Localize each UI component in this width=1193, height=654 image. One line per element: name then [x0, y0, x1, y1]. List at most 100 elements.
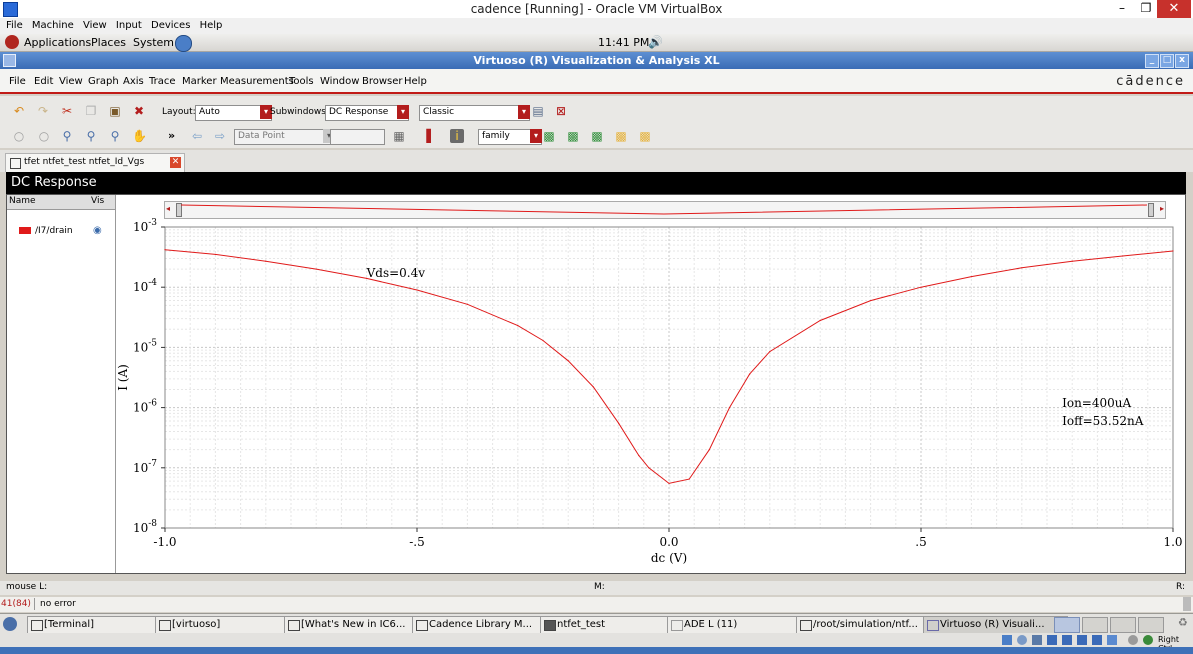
- undo-icon[interactable]: ↶: [12, 104, 26, 118]
- redo-icon[interactable]: ↷: [36, 104, 50, 118]
- task-terminal[interactable]: [Terminal]: [27, 616, 171, 634]
- menu-browser[interactable]: Browser: [362, 76, 403, 87]
- menu-marker[interactable]: Marker: [182, 76, 217, 87]
- series-point: [728, 407, 731, 409]
- info-icon[interactable]: i: [450, 129, 464, 143]
- network-icon[interactable]: [1077, 635, 1087, 645]
- data-point-select[interactable]: Data Point ▾: [234, 129, 335, 145]
- workspace-1[interactable]: [1054, 617, 1080, 633]
- host-menu-view[interactable]: View: [83, 20, 107, 31]
- mouse-integration-icon[interactable]: [1128, 635, 1138, 645]
- family-dropdown-icon[interactable]: ▾: [530, 129, 542, 143]
- delete-icon[interactable]: ✖: [132, 104, 146, 118]
- close-button[interactable]: ✕: [1157, 0, 1191, 18]
- workspace-3[interactable]: [1110, 617, 1136, 633]
- overview-trace: [181, 204, 1147, 215]
- series-point: [164, 249, 166, 251]
- zoom-out-icon[interactable]: ⚲: [108, 129, 122, 143]
- host-menu-file[interactable]: File: [6, 20, 23, 31]
- marker-icon[interactable]: ▌: [424, 129, 438, 143]
- style-select[interactable]: Classic ▾: [419, 105, 530, 121]
- zoom-reset-icon[interactable]: ○: [37, 129, 51, 143]
- applications-menu[interactable]: Applications: [24, 36, 91, 49]
- menu-graph[interactable]: Graph: [88, 76, 119, 87]
- places-menu[interactable]: Places: [91, 36, 126, 49]
- display-icon[interactable]: [1062, 635, 1072, 645]
- host-menu-input[interactable]: Input: [116, 20, 142, 31]
- host-menu-devices[interactable]: Devices: [151, 20, 190, 31]
- subwindows-dropdown-icon[interactable]: ▾: [397, 105, 409, 119]
- table-icon[interactable]: ▦: [392, 129, 406, 143]
- browser-icon[interactable]: [175, 35, 192, 52]
- menu-edit[interactable]: Edit: [34, 76, 53, 87]
- menu-help[interactable]: Help: [404, 76, 427, 87]
- task-ntfet-test[interactable]: ntfet_test: [540, 616, 682, 634]
- app-close-button[interactable]: x: [1175, 54, 1189, 68]
- workspace-2[interactable]: [1082, 617, 1108, 633]
- clock[interactable]: 11:41 PM: [598, 36, 649, 49]
- subwindows-select[interactable]: DC Response ▾: [325, 105, 409, 121]
- style-dropdown-icon[interactable]: ▾: [518, 105, 530, 119]
- more-tools[interactable]: »: [168, 129, 175, 142]
- host-menu-help[interactable]: Help: [200, 20, 223, 31]
- scroll-right-icon[interactable]: ▸: [1160, 204, 1164, 213]
- show-desktop-icon[interactable]: [3, 617, 17, 631]
- paste-icon[interactable]: ▣: [108, 104, 122, 118]
- menu-measurements[interactable]: Measurements: [220, 76, 294, 87]
- tab-ntfet-id-vgs[interactable]: tfet ntfet_test ntfet_Id_Vgs ✕: [5, 153, 185, 172]
- arrow-left-icon[interactable]: ⇦: [190, 129, 204, 143]
- window-icon[interactable]: ▤: [531, 104, 545, 118]
- task-virtuoso[interactable]: [virtuoso]: [155, 616, 299, 634]
- graph-tool-3-icon[interactable]: ▩: [590, 129, 604, 143]
- volume-icon[interactable]: 🔊: [648, 35, 663, 49]
- copy-icon[interactable]: ❐: [84, 104, 98, 118]
- visibility-eye-icon[interactable]: ◉: [93, 225, 102, 236]
- graph-tool-1-icon[interactable]: ▩: [542, 129, 556, 143]
- tab-close-icon[interactable]: ✕: [170, 157, 181, 168]
- graph-tool-4-icon[interactable]: ▩: [614, 129, 628, 143]
- system-menu[interactable]: System: [133, 36, 174, 49]
- menu-axis[interactable]: Axis: [123, 76, 144, 87]
- trash-icon[interactable]: ♻: [1178, 616, 1188, 629]
- message-scrollbar[interactable]: [1183, 597, 1191, 611]
- zoom-in-icon[interactable]: ⚲: [84, 129, 98, 143]
- graph-tool-2-icon[interactable]: ▩: [566, 129, 580, 143]
- task-viva[interactable]: Virtuoso (R) Visuali...: [923, 616, 1068, 634]
- task-ade-l[interactable]: ADE L (11): [667, 616, 811, 634]
- app-maximize-button[interactable]: □: [1160, 54, 1174, 68]
- cut-icon[interactable]: ✂: [60, 104, 74, 118]
- minimize-button[interactable]: –: [1111, 1, 1133, 17]
- arrow-right-icon[interactable]: ⇨: [213, 129, 227, 143]
- keyboard-capture-icon[interactable]: [1143, 635, 1153, 645]
- workspace-4[interactable]: [1138, 617, 1164, 633]
- menu-window[interactable]: Window: [320, 76, 359, 87]
- video-capture-icon[interactable]: [1107, 635, 1117, 645]
- menu-trace[interactable]: Trace: [149, 76, 176, 87]
- layout-select[interactable]: Auto ▾: [195, 105, 272, 121]
- trace-row[interactable]: /I7/drain ◉: [7, 223, 115, 239]
- zoom-icon[interactable]: ⚲: [60, 129, 74, 143]
- menu-view[interactable]: View: [59, 76, 83, 87]
- task-library-manager[interactable]: Cadence Library M...: [412, 616, 556, 634]
- shared-folder-icon[interactable]: [1047, 635, 1057, 645]
- app-minimize-button[interactable]: _: [1145, 54, 1159, 68]
- menu-file[interactable]: File: [9, 76, 26, 87]
- pan-icon[interactable]: ✋: [132, 129, 147, 143]
- task-whats-new[interactable]: [What's New in IC6...: [284, 616, 428, 634]
- usb-icon[interactable]: [1032, 635, 1042, 645]
- zoom-fit-icon[interactable]: ○: [12, 129, 26, 143]
- recording-icon[interactable]: [1092, 635, 1102, 645]
- series-point: [870, 299, 872, 302]
- data-point-field[interactable]: [330, 129, 385, 145]
- maximize-button[interactable]: ❐: [1135, 1, 1157, 17]
- scroll-handle-right[interactable]: [1148, 203, 1154, 217]
- window-close-icon[interactable]: ⊠: [554, 104, 568, 118]
- cd-icon[interactable]: [1017, 635, 1027, 645]
- family-select[interactable]: family ▾: [478, 129, 542, 145]
- scroll-left-icon[interactable]: ◂: [166, 204, 170, 213]
- hdd-icon[interactable]: [1002, 635, 1012, 645]
- graph-tool-5-icon[interactable]: ▩: [638, 129, 652, 143]
- task-simulation-path[interactable]: /root/simulation/ntf...: [796, 616, 938, 634]
- menu-tools[interactable]: Tools: [289, 76, 314, 87]
- host-menu-machine[interactable]: Machine: [32, 20, 74, 31]
